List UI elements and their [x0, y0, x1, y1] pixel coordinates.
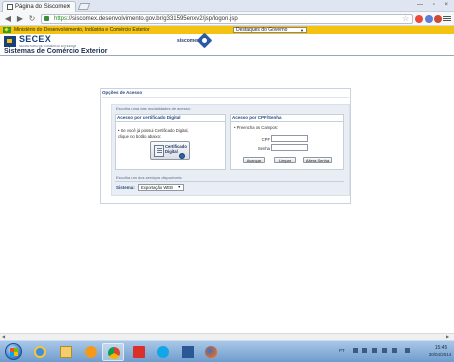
language-indicator[interactable]: PT	[339, 348, 345, 353]
taskbar-word-icon[interactable]	[177, 343, 199, 361]
government-bar: Ministério do Desenvolvimento, Indústria…	[0, 26, 454, 34]
certificate-button-label: Certificado Digital	[165, 144, 187, 154]
advance-button[interactable]: Avançar	[243, 157, 265, 163]
system-select-value: Exportação WEB	[141, 185, 173, 190]
url-scheme: https	[54, 16, 68, 22]
taskbar-internet-explorer-icon[interactable]	[29, 343, 51, 361]
tab-title: Página do Siscomex	[15, 4, 70, 10]
volume-icon[interactable]	[382, 348, 387, 353]
taskbar-file-explorer-icon[interactable]	[55, 343, 77, 361]
close-tab-icon[interactable]: ×	[67, 2, 71, 12]
browser-tab[interactable]: Página do Siscomex ×	[2, 1, 76, 12]
flag-icon[interactable]	[392, 348, 397, 353]
change-password-button[interactable]: Altera Senha	[303, 157, 332, 163]
select-value: Destaques do Governo	[236, 27, 288, 33]
taskbar-media-player-icon[interactable]	[80, 343, 102, 361]
digital-certificate-button[interactable]: Certificado Digital	[150, 141, 190, 160]
extension-icon[interactable]	[434, 15, 442, 23]
page-icon	[7, 4, 13, 10]
horizontal-scrollbar[interactable]: ◀ ▶	[0, 333, 454, 340]
tray-icon[interactable]	[362, 348, 367, 353]
service-divider	[115, 181, 344, 182]
panel-title: Opções de Acesso	[102, 90, 143, 95]
url-input[interactable]: https://siscomex.desenvolvimento.gov.br/…	[41, 14, 413, 24]
fill-fields-instruction: • Preencha os Campos:	[234, 125, 279, 130]
reload-icon[interactable]: ↻	[27, 13, 37, 24]
address-toolbar: ◀ ▶ ↻ https://siscomex.desenvolvimento.g…	[0, 12, 454, 26]
panel-divider	[102, 97, 349, 98]
cpf-field[interactable]	[271, 135, 308, 142]
secex-logo-icon	[4, 36, 16, 47]
clock-date[interactable]: 30/04/2014	[426, 352, 454, 358]
new-tab-button[interactable]	[77, 3, 91, 10]
brazil-flag-icon	[3, 27, 11, 33]
taskbar-firefox-icon[interactable]	[200, 343, 222, 361]
secex-logo: SECEX	[19, 34, 52, 44]
certificate-instructions: • Se você já possui Certificado Digital,…	[118, 128, 189, 139]
lock-icon[interactable]	[44, 16, 49, 21]
choose-mode-text: Escolha uma das modalidades de acesso:	[116, 106, 191, 111]
government-highlights-select[interactable]: Destaques do Governo ▼	[233, 27, 307, 33]
extension-icon[interactable]	[425, 15, 433, 23]
siscomex-emblem-icon	[196, 32, 213, 49]
clear-button[interactable]: Limpar	[274, 157, 296, 163]
site-header: SECEX SECRETARIA DE COMÉRCIO EXTERIOR si…	[0, 32, 454, 56]
extension-icon[interactable]	[415, 15, 423, 23]
browser-tab-bar: Página do Siscomex × — ▫ ×	[0, 0, 454, 12]
system-select[interactable]: Exportação WEB ▼	[138, 184, 184, 191]
password-field[interactable]	[271, 144, 308, 151]
forward-icon[interactable]: ▶	[15, 13, 25, 24]
tray-icon[interactable]	[353, 348, 358, 353]
seal-icon	[179, 153, 185, 159]
windows-logo-icon	[10, 348, 18, 356]
window-controls[interactable]: — ▫ ×	[417, 1, 452, 10]
ministry-link[interactable]: Ministério do Desenvolvimento, Indústria…	[14, 26, 150, 34]
back-icon[interactable]: ◀	[3, 13, 13, 24]
header-divider	[0, 55, 454, 56]
chevron-down-icon: ▼	[300, 28, 304, 33]
certificate-divider	[116, 121, 225, 122]
url-path: ://siscomex.desenvolvimento.gov.br/g3315…	[67, 16, 238, 22]
network-icon[interactable]	[372, 348, 377, 353]
system-label: Sistema:	[116, 185, 135, 190]
tray-icon[interactable]	[405, 348, 410, 353]
taskbar-skype-icon[interactable]	[152, 343, 174, 361]
clock-time[interactable]: 15:45	[430, 345, 452, 351]
cpf-divider	[231, 121, 343, 122]
cpf-label: CPF	[261, 137, 270, 142]
start-button[interactable]	[5, 343, 22, 360]
taskbar-chrome-icon[interactable]	[102, 343, 124, 361]
bookmark-star-icon[interactable]: ☆	[402, 14, 409, 24]
password-label: Senha	[257, 146, 270, 151]
choose-service-text: Escolha um dos serviços disponíveis:	[116, 175, 183, 180]
taskbar-pdf-icon[interactable]	[128, 343, 150, 361]
menu-icon[interactable]	[443, 15, 451, 23]
chevron-down-icon: ▼	[177, 185, 181, 189]
certificate-document-icon	[154, 145, 164, 157]
